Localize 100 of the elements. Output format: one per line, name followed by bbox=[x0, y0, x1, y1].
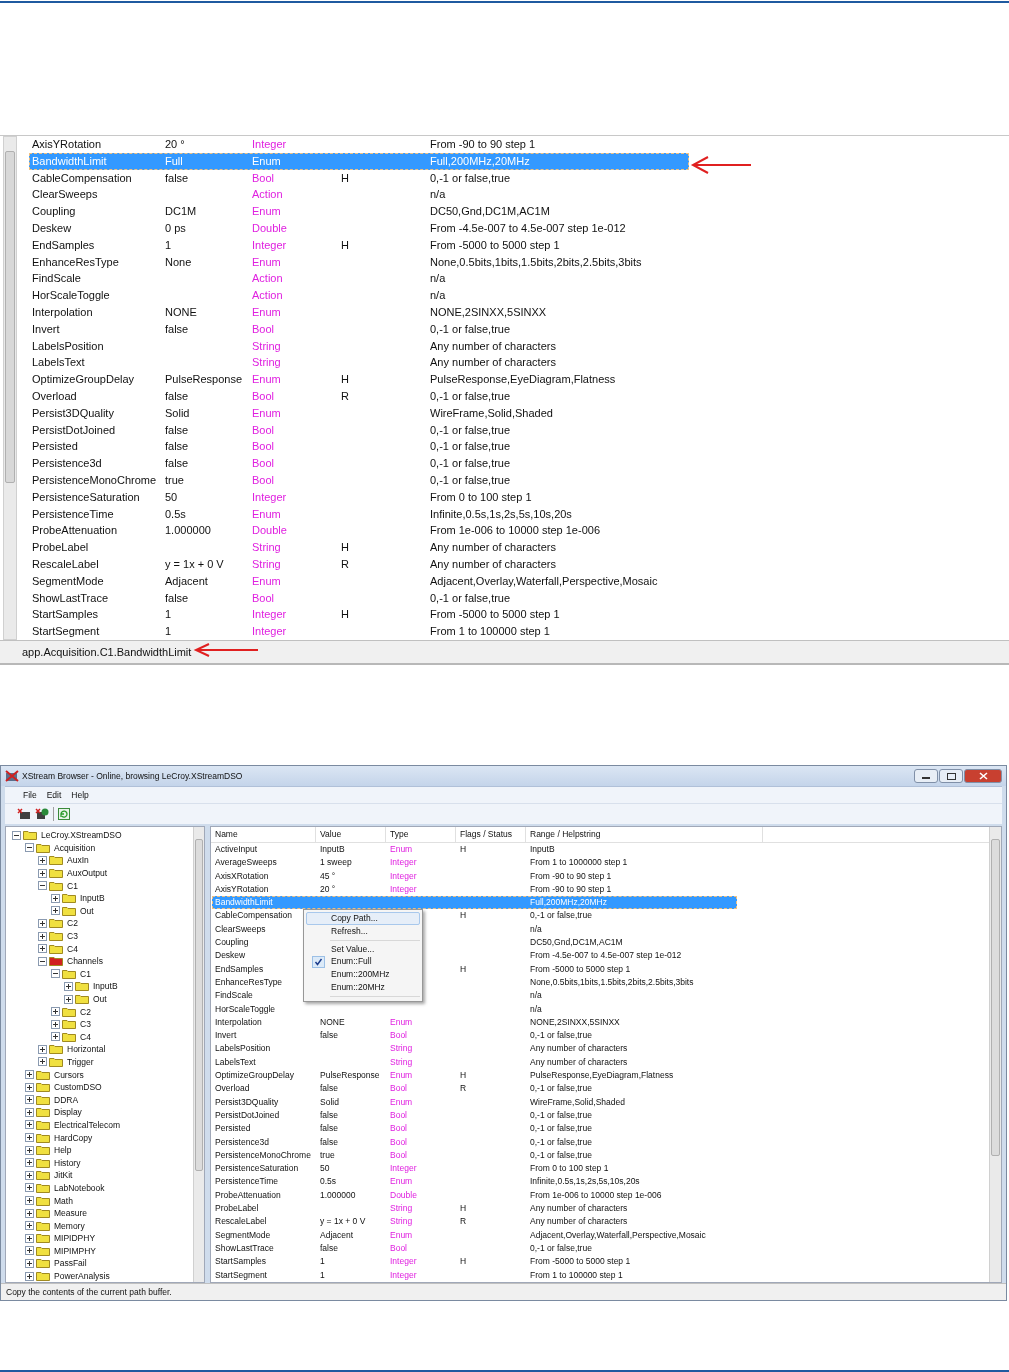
table-row[interactable]: HorScaleToggle Action n/a bbox=[29, 287, 689, 304]
expander-icon[interactable] bbox=[25, 843, 34, 853]
column-header[interactable]: Flags / Status bbox=[456, 827, 526, 842]
menu-item[interactable]: Copy Path... bbox=[306, 912, 420, 925]
tree-item[interactable]: Memory bbox=[52, 1220, 85, 1231]
table-row[interactable]: PersistenceMonoChrome true Bool 0,-1 or false,true bbox=[29, 471, 689, 489]
menu-item[interactable]: Refresh... bbox=[306, 924, 420, 938]
tree-item[interactable]: LabNotebook bbox=[52, 1182, 105, 1193]
table-row[interactable]: StartSegment 1 Integer From 1 to 100000 step 1 bbox=[29, 623, 689, 640]
expander-icon[interactable] bbox=[25, 1095, 34, 1105]
expander-icon[interactable] bbox=[25, 1120, 34, 1130]
menu-item[interactable]: Enum::200MHz bbox=[306, 968, 420, 981]
expander-icon[interactable] bbox=[51, 1032, 60, 1042]
expander-icon[interactable] bbox=[51, 1019, 60, 1029]
expander-icon[interactable] bbox=[38, 956, 47, 966]
tree-item[interactable]: ElectricalTelecom bbox=[52, 1119, 121, 1130]
maximize-button[interactable] bbox=[939, 769, 963, 783]
table-row[interactable]: LabelsPosition String Any number of characters bbox=[29, 337, 689, 355]
tree-item[interactable]: Math bbox=[52, 1195, 73, 1206]
table-row[interactable]: ShowLastTrace false Bool 0,-1 or false,true bbox=[29, 589, 689, 607]
tree-item[interactable]: AuxOutput bbox=[65, 868, 108, 879]
tree-item[interactable]: DDRA bbox=[52, 1094, 79, 1105]
table-row[interactable]: SegmentMode Adjacent Enum Adjacent,Overlay,Waterfall,Perspective,Mosaic bbox=[29, 572, 689, 590]
expander-icon[interactable] bbox=[25, 1246, 34, 1256]
tree-item[interactable]: C2 bbox=[78, 1006, 91, 1017]
tree-item[interactable]: C1 bbox=[78, 968, 91, 979]
expander-icon[interactable] bbox=[25, 1070, 34, 1080]
tree-item[interactable]: Out bbox=[91, 994, 107, 1004]
expander-icon[interactable] bbox=[25, 1208, 34, 1218]
tree-item[interactable]: C1 bbox=[65, 880, 78, 891]
tree-item[interactable]: C2 bbox=[65, 918, 78, 929]
expander-icon[interactable] bbox=[38, 868, 47, 878]
table-row[interactable]: Persist3DQuality Solid Enum WireFrame,Solid,Shaded bbox=[29, 404, 689, 422]
tree-item[interactable]: CustomDSO bbox=[52, 1082, 102, 1093]
tree-item[interactable]: HardCopy bbox=[52, 1132, 93, 1143]
tree-item[interactable]: Acquisition bbox=[52, 842, 96, 853]
table-row[interactable]: RescaleLabel y = 1x + 0 V String R Any number of characters bbox=[29, 555, 689, 573]
network-computer-icon[interactable] bbox=[35, 808, 49, 820]
expander-icon[interactable] bbox=[64, 994, 73, 1004]
expander-icon[interactable] bbox=[64, 981, 73, 991]
table-row[interactable]: PersistenceSaturation 50 Integer From 0 to 100 step 1 bbox=[29, 488, 689, 506]
table-row[interactable]: Coupling DC1M Enum DC50,Gnd,DC1M,AC1M bbox=[29, 203, 689, 220]
tree-item[interactable]: Out bbox=[78, 905, 94, 916]
table-row[interactable]: EnhanceResType None Enum None,0.5bits,1bits,1.5bits,2bits,2.5bits,3bits bbox=[29, 253, 689, 271]
expander-icon[interactable] bbox=[25, 1133, 34, 1143]
table-row[interactable]: ProbeAttenuation 1.000000 Double From 1e-006 to 10000 step 1e-006 bbox=[29, 522, 689, 540]
expander-icon[interactable] bbox=[38, 1044, 47, 1054]
table-row[interactable]: Invert false Bool 0,-1 or false,true bbox=[29, 320, 689, 338]
tree-item[interactable]: C3 bbox=[65, 931, 78, 942]
tree-item[interactable]: InputB bbox=[91, 981, 118, 992]
table-row[interactable]: StartSamples 1 Integer H From -5000 to 5000 step 1 bbox=[29, 606, 689, 624]
minimize-button[interactable] bbox=[914, 769, 938, 783]
tree-item[interactable]: LeCroy.XStreamDSO bbox=[39, 830, 122, 841]
expander-icon[interactable] bbox=[25, 1145, 34, 1155]
expander-icon[interactable] bbox=[51, 969, 60, 979]
menu-item[interactable]: Help bbox=[71, 790, 89, 800]
expander-icon[interactable] bbox=[38, 856, 47, 865]
tree-item[interactable]: MIPIMPHY bbox=[52, 1245, 97, 1256]
tree-item[interactable]: C3 bbox=[78, 1019, 91, 1030]
table-row[interactable]: ProbeLabel String H Any number of characters bbox=[29, 539, 689, 556]
column-header[interactable]: Type bbox=[386, 827, 456, 842]
column-header[interactable]: Value bbox=[316, 827, 386, 842]
table-row[interactable]: FindScale Action n/a bbox=[29, 270, 689, 288]
expander-icon[interactable] bbox=[25, 1170, 34, 1180]
expander-icon[interactable] bbox=[38, 918, 47, 928]
expander-icon[interactable] bbox=[25, 1183, 34, 1193]
expander-icon[interactable] bbox=[25, 1233, 34, 1243]
tree-item[interactable]: C4 bbox=[65, 943, 78, 954]
scrollbar[interactable] bbox=[3, 136, 17, 640]
tree-item[interactable]: AuxIn bbox=[65, 855, 89, 866]
expander-icon[interactable] bbox=[25, 1107, 34, 1117]
tree-item[interactable]: Trigger bbox=[65, 1057, 94, 1067]
tree-item[interactable]: Measure bbox=[52, 1208, 88, 1219]
table-row[interactable]: PersistenceTime 0.5s Enum Infinite,0.5s,1s,2s,5s,10s,20s bbox=[29, 505, 689, 523]
scrollbar[interactable] bbox=[193, 827, 204, 1282]
tree-item[interactable]: JitKit bbox=[52, 1170, 73, 1181]
expander-icon[interactable] bbox=[38, 1057, 47, 1067]
expander-icon[interactable] bbox=[38, 931, 47, 941]
tree-item[interactable]: C4 bbox=[78, 1031, 91, 1042]
tree-item[interactable]: Cursors bbox=[52, 1069, 84, 1080]
table-row[interactable]: AxisYRotation 20 ° Integer From -90 to 90 step 1 bbox=[29, 136, 689, 153]
table-row[interactable]: Deskew 0 ps Double From -4.5e-007 to 4.5e-007 step 1e-012 bbox=[29, 220, 689, 237]
tree-item[interactable]: PowerAnalysis bbox=[52, 1271, 110, 1282]
expander-icon[interactable] bbox=[38, 944, 47, 954]
menu-item[interactable]: Edit bbox=[46, 790, 62, 800]
column-header[interactable]: Name bbox=[211, 827, 316, 842]
tree-item[interactable]: Display bbox=[52, 1107, 82, 1118]
column-header[interactable]: Range / Helpstring bbox=[526, 827, 763, 842]
expander-icon[interactable] bbox=[25, 1158, 34, 1168]
tree-item[interactable]: Help bbox=[52, 1145, 72, 1156]
table-row[interactable]: LabelsText String Any number of characters bbox=[29, 354, 689, 372]
tree-item[interactable]: Horizontal bbox=[65, 1044, 106, 1055]
table-row[interactable]: OptimizeGroupDelay PulseResponse Enum H PulseResponse,EyeDiagram,Flatness bbox=[29, 371, 689, 388]
menu-item[interactable]: File bbox=[23, 790, 37, 800]
table-row[interactable]: CableCompensation false Bool H 0,-1 or false,true bbox=[29, 169, 689, 187]
table-row[interactable]: ClearSweeps Action n/a bbox=[29, 186, 689, 204]
table-row[interactable]: Persisted false Bool 0,-1 or false,true bbox=[29, 438, 689, 456]
table-row[interactable]: EndSamples 1 Integer H From -5000 to 5000 step 1 bbox=[29, 236, 689, 254]
table-row[interactable]: Interpolation NONE Enum NONE,2SINXX,5SINXX bbox=[29, 303, 689, 321]
expander-icon[interactable] bbox=[25, 1221, 34, 1231]
